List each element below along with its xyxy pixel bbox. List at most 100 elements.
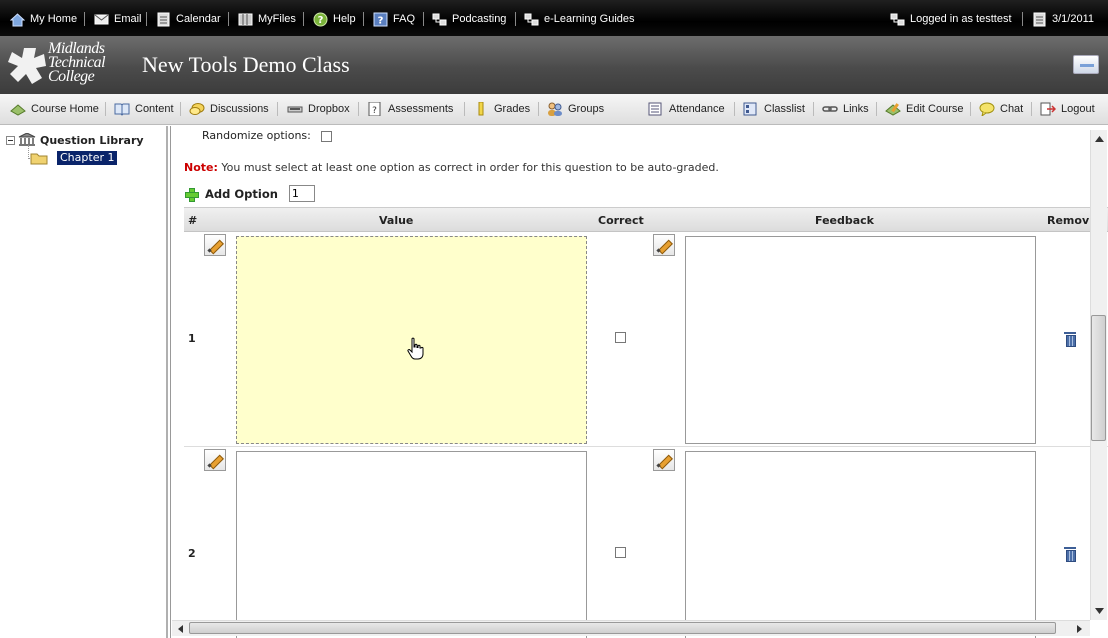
nav-chat[interactable]: Chat [979, 101, 1023, 118]
divider [228, 12, 229, 26]
podcast-icon [432, 12, 447, 27]
calendar-icon [156, 12, 171, 27]
myfiles-link[interactable]: MyFiles [238, 10, 296, 28]
svg-text:?: ? [318, 15, 324, 26]
divider [180, 102, 181, 116]
trash-icon[interactable] [1064, 331, 1076, 347]
tree-line [28, 145, 29, 159]
divider [277, 102, 278, 116]
content-icon [114, 102, 130, 116]
help-link[interactable]: ? Help [313, 10, 356, 28]
options-table-header: # Value Correct Feedback Remov [184, 207, 1108, 232]
scroll-up-icon[interactable] [1092, 132, 1107, 146]
home-icon [9, 12, 26, 27]
faq-icon: ? [373, 12, 388, 27]
college-logo-mark-icon [8, 48, 46, 84]
course-title: New Tools Demo Class [142, 52, 350, 77]
feedback-editor[interactable] [685, 451, 1036, 638]
nav-edit-course[interactable]: Edit Course [885, 101, 963, 117]
edit-feedback-pencil-icon[interactable] [653, 449, 675, 471]
randomize-checkbox[interactable] [320, 131, 332, 142]
faq-link[interactable]: ? FAQ [373, 10, 415, 28]
assessments-icon: ? [367, 101, 383, 117]
tree-node-question-library[interactable]: Question Library [6, 132, 144, 147]
add-icon[interactable] [184, 187, 199, 202]
trash-icon[interactable] [1064, 546, 1076, 562]
email-link[interactable]: Email [94, 10, 142, 28]
divider [146, 12, 147, 26]
table-row: 2 [184, 448, 1108, 638]
option-count-input[interactable] [288, 185, 315, 202]
divider [1031, 102, 1032, 116]
nav-discussions[interactable]: Discussions [189, 101, 269, 117]
nav-attendance[interactable]: Attendance [648, 101, 725, 117]
dropbox-icon [287, 102, 303, 116]
col-correct: Correct [598, 214, 644, 227]
logged-in-status: Logged in as testtest [890, 10, 1012, 28]
randomize-options: Randomize options: [202, 128, 332, 142]
divider [734, 102, 735, 116]
attendance-icon [648, 102, 664, 116]
my-home-link[interactable]: My Home [9, 10, 77, 28]
email-icon [94, 12, 109, 27]
calendar-link[interactable]: Calendar [156, 10, 221, 28]
library-icon [18, 132, 36, 147]
nav-dropbox[interactable]: Dropbox [287, 101, 350, 117]
add-option-control: Add Option [184, 185, 315, 202]
question-library-tree [0, 126, 168, 638]
nav-course-home[interactable]: Course Home [10, 101, 99, 117]
college-name: Midlands Technical College [48, 40, 106, 85]
divider [538, 102, 539, 116]
horizontal-scroll-thumb[interactable] [189, 622, 1056, 634]
correct-checkbox[interactable] [615, 547, 626, 558]
divider [84, 12, 85, 26]
add-option-link[interactable]: Add Option [205, 187, 278, 201]
tree-node-chapter-1[interactable]: Chapter 1 [30, 151, 118, 165]
divider [303, 12, 304, 26]
scroll-right-icon[interactable] [1072, 622, 1086, 636]
value-editor[interactable] [236, 451, 587, 638]
hand-pointer-icon [407, 337, 424, 360]
divider [358, 102, 359, 116]
nav-groups[interactable]: Groups [547, 101, 604, 117]
col-value: Value [379, 214, 414, 227]
vertical-scroll-thumb[interactable] [1091, 315, 1106, 441]
divider [363, 12, 364, 26]
scroll-down-icon[interactable] [1092, 604, 1107, 618]
nav-assessments[interactable]: ? Assessments [367, 101, 453, 117]
nav-grades[interactable]: Grades [473, 101, 530, 117]
podcasting-link[interactable]: Podcasting [432, 10, 506, 28]
col-number: # [188, 214, 198, 227]
edit-value-pencil-icon[interactable] [204, 449, 226, 471]
divider [464, 102, 465, 116]
nav-logout[interactable]: Logout [1040, 101, 1095, 117]
nav-content[interactable]: Content [114, 101, 174, 117]
col-feedback: Feedback [815, 214, 874, 227]
scroll-left-icon[interactable] [174, 622, 188, 636]
table-row: 1 [184, 233, 1108, 447]
auto-grade-note: Note: You must select at least one optio… [184, 161, 719, 174]
feedback-editor[interactable] [685, 236, 1036, 444]
edit-value-pencil-icon[interactable] [204, 234, 226, 256]
course-home-icon [10, 102, 26, 116]
files-icon [238, 12, 253, 27]
edit-feedback-pencil-icon[interactable] [653, 234, 675, 256]
nav-links[interactable]: Links [822, 101, 869, 117]
divider [1022, 12, 1023, 26]
nav-classlist[interactable]: Classlist [743, 101, 805, 117]
calendar-icon [1032, 12, 1047, 27]
correct-checkbox[interactable] [615, 332, 626, 343]
grades-icon [473, 101, 489, 116]
divider [515, 12, 516, 26]
collapse-icon[interactable] [6, 135, 15, 145]
minibar-icon[interactable] [1073, 55, 1099, 74]
discussions-icon [189, 102, 205, 116]
elearning-guides-link[interactable]: e-Learning Guides [524, 10, 635, 28]
question-editor: Randomize options: Note: You must select… [170, 126, 1108, 638]
date-display: 3/1/2011 [1032, 10, 1094, 28]
divider [813, 102, 814, 116]
col-remove: Remov [1047, 214, 1090, 227]
divider [105, 102, 106, 116]
svg-text:?: ? [372, 106, 377, 116]
divider [970, 102, 971, 116]
